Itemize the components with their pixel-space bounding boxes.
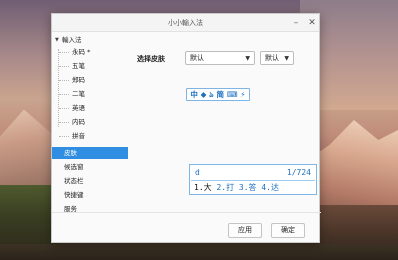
sidebar-item-service[interactable]: 服务 [52, 203, 128, 215]
close-button[interactable]: ✕ [306, 17, 318, 29]
candidate-window-preview: d 1/724 1.大 2.打 3.答 4.达 [189, 164, 317, 195]
minimize-icon: – [293, 18, 299, 28]
sidebar-item-label: 皮肤 [64, 149, 77, 157]
sidebar-item-label: 永码 * [72, 48, 91, 56]
wallpaper-bottom [0, 244, 398, 260]
sidebar-item-ime[interactable]: ▼ 輸入法 [52, 34, 128, 46]
sidebar-item-label: 快捷键 [64, 191, 84, 199]
sidebar-item-label: 郑码 [72, 76, 85, 84]
sidebar-item-pinyin[interactable]: 拼音 [52, 130, 128, 142]
sidebar-item-label: 輸入法 [62, 36, 82, 44]
sidebar-item-neima[interactable]: 内码 [52, 116, 128, 128]
apply-button[interactable]: 应用 [228, 223, 262, 238]
sidebar-item-english[interactable]: 英语 [52, 102, 128, 114]
sidebar-item-erbi[interactable]: 二笔 [52, 88, 128, 100]
sidebar-item-skin[interactable]: 皮肤 [52, 147, 128, 159]
sidebar-item-label: 内码 [72, 118, 85, 126]
skin-select-value: 默认 [190, 54, 204, 62]
chevron-down-icon: ▼ [245, 55, 250, 62]
page-indicator: 1/724 [286, 168, 311, 177]
sidebar-item-label: 五笔 [72, 62, 85, 70]
skin-variant-value: 默认 [265, 54, 279, 62]
candidate-list: 1.大 2.打 3.答 4.达 [194, 182, 279, 193]
candidate-first: 1.大 [194, 183, 212, 192]
sidebar-item-candidate-window[interactable]: 候选窗 [52, 161, 128, 173]
keyboard-icon: ⌨ [226, 90, 238, 99]
title-bar[interactable]: 小小輸入法 – ✕ [52, 14, 319, 32]
chinese-mode-icon: 中 [190, 90, 198, 99]
sidebar-item-label: 二笔 [72, 90, 85, 98]
status-bar-preview: 中 ◆ ঌ 简 ⌨ ⚡ [186, 88, 250, 101]
lightning-icon: ⚡ [240, 90, 246, 99]
sidebar-item-yongma[interactable]: 永码 * [52, 46, 128, 58]
sidebar-item-label: 拼音 [72, 132, 85, 140]
skin-select-label: 选择皮肤 [137, 55, 165, 63]
expand-arrow-icon[interactable]: ▼ [55, 34, 59, 46]
sidebar-item-label: 英语 [72, 104, 85, 112]
chevron-down-icon: ▼ [284, 55, 289, 62]
skin-settings-panel: 选择皮肤 默认 ▼ 默认 ▼ 中 ◆ ঌ 简 ⌨ ⚡ d 1/724 1.大 2… [128, 32, 321, 212]
sidebar-tree: ▼ 輸入法 永码 * 五笔 郑码 二笔 英语 内码 拼音 皮肤 候选窗 状态栏 … [52, 32, 128, 215]
skin-select[interactable]: 默认 ▼ [185, 51, 255, 65]
candidate-rest: 2.打 3.答 4.达 [211, 183, 279, 192]
input-code: d [195, 168, 200, 177]
punctuation-icon: ◆ [200, 90, 207, 99]
candidate-divider [191, 180, 315, 181]
close-icon: ✕ [308, 18, 316, 28]
settings-window: 小小輸入法 – ✕ ▼ 輸入法 永码 * 五笔 郑码 二笔 英语 内码 拼音 皮… [51, 13, 321, 243]
sidebar-item-zhengma[interactable]: 郑码 [52, 74, 128, 86]
window-title: 小小輸入法 [168, 19, 203, 27]
minimize-button[interactable]: – [290, 17, 302, 29]
sidebar-item-wubi[interactable]: 五笔 [52, 60, 128, 72]
sidebar-item-hotkeys[interactable]: 快捷键 [52, 189, 128, 201]
simplified-icon: 简 [216, 90, 224, 99]
sidebar-item-label: 状态栏 [64, 177, 84, 185]
moon-icon: ঌ [209, 90, 214, 99]
ok-button[interactable]: 确定 [271, 223, 305, 238]
footer-divider [52, 212, 321, 213]
skin-variant-select[interactable]: 默认 ▼ [260, 51, 294, 65]
sidebar-item-label: 候选窗 [64, 163, 84, 171]
sidebar-item-status-bar[interactable]: 状态栏 [52, 175, 128, 187]
